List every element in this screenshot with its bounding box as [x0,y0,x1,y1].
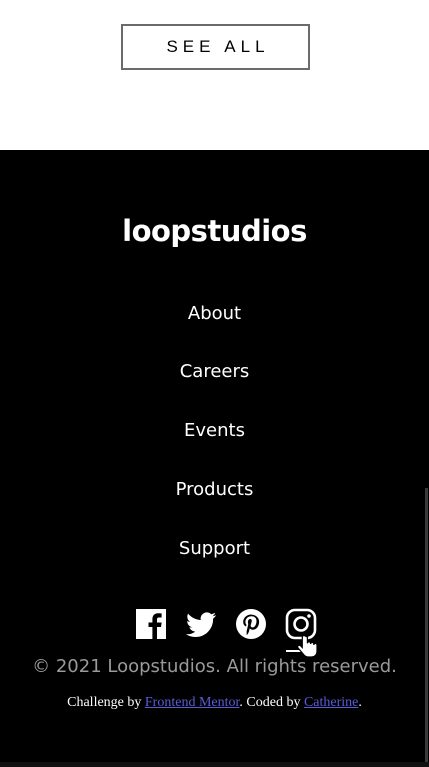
viewport-bottom-edge [0,762,429,767]
footer-nav-about[interactable]: About [0,303,429,324]
social-links [0,608,429,642]
scrollbar-thumb[interactable] [425,488,428,763]
footer-nav-events[interactable]: Events [0,420,429,441]
footer-nav-support[interactable]: Support [0,538,429,559]
copyright-text: © 2021 Loopstudios. All rights reserved. [32,656,397,677]
attribution-prefix: Challenge by [67,695,145,710]
author-link[interactable]: Catherine [304,695,358,710]
attribution-suffix: . [358,695,362,710]
attribution-middle: . Coded by [239,695,304,710]
footer-nav-products[interactable]: Products [0,479,429,500]
footer-logo[interactable]: loopstudios [0,214,429,248]
twitter-icon[interactable] [185,608,217,640]
pinterest-icon[interactable] [235,608,267,640]
see-all-button[interactable]: See all [121,24,310,70]
site-footer: loopstudios About Careers Events Product… [0,150,429,767]
attribution: Challenge by Frontend Mentor. Coded by C… [0,695,429,711]
footer-nav-careers[interactable]: Careers [0,361,429,382]
projects-section-bottom: See all [0,0,429,150]
facebook-icon[interactable] [135,608,167,640]
frontend-mentor-link[interactable]: Frontend Mentor [145,695,240,710]
